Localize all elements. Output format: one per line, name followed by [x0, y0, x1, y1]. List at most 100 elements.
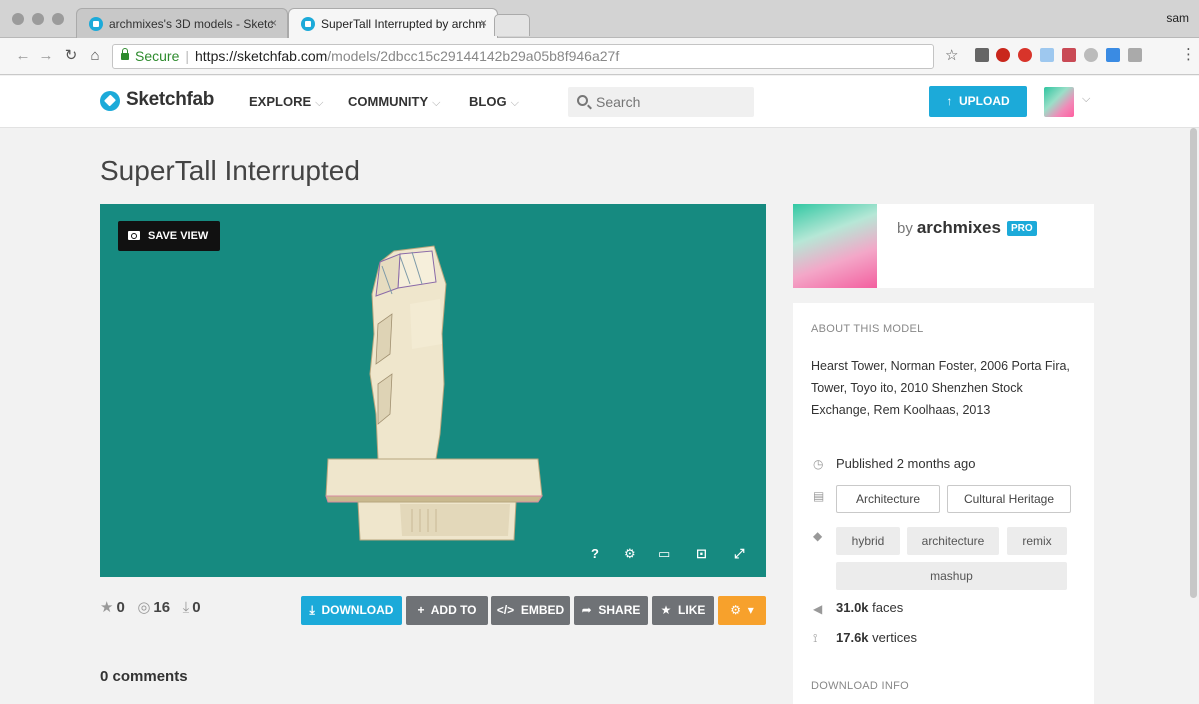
nav-community-label: COMMUNITY — [348, 94, 429, 109]
help-icon[interactable]: ? — [591, 546, 599, 561]
search-input[interactable] — [568, 87, 754, 117]
code-icon: </> — [496, 603, 515, 617]
extension-icon[interactable] — [1062, 48, 1076, 62]
folder-icon: ▤ — [813, 489, 825, 503]
model-stats: ★ 0 ◎ 16 ⤓ 0 — [100, 598, 201, 616]
extension-icon[interactable] — [975, 48, 989, 62]
embed-icon[interactable]: ⊡ — [696, 546, 707, 562]
comments-heading: 0 comments — [100, 668, 188, 685]
author-name-link[interactable]: archmixes — [917, 218, 1001, 237]
browser-tab-profile[interactable]: archmixes's 3D models - Sketc × — [76, 8, 288, 38]
tag-remix[interactable]: remix — [1007, 527, 1067, 555]
nav-blog[interactable]: BLOG ⌵ — [469, 94, 519, 110]
docs-icon[interactable] — [1040, 48, 1054, 62]
about-description: Hearst Tower, Norman Foster, 2006 Porta … — [811, 359, 1070, 417]
nav-explore-label: EXPLORE — [249, 94, 312, 109]
address-bar[interactable]: Secure | https://sketchfab.com/models/2dbc… — [112, 44, 934, 69]
nav-community[interactable]: COMMUNITY ⌵ — [348, 94, 441, 110]
reload-icon[interactable]: ↻ — [62, 47, 80, 65]
nav-blog-label: BLOG — [469, 94, 507, 109]
pinterest-icon[interactable] — [996, 48, 1010, 62]
nav-explore[interactable]: EXPLORE ⌵ — [249, 94, 323, 110]
star-icon: ★ — [660, 603, 672, 617]
tab-close-icon[interactable]: × — [480, 16, 487, 30]
extension-icon[interactable] — [1106, 48, 1120, 62]
profile-name[interactable]: sam — [1166, 11, 1189, 25]
caret-down-icon: ▾ — [747, 603, 754, 617]
share-label: SHARE — [598, 603, 641, 617]
chevron-down-icon: ⌵ — [510, 97, 519, 109]
fullscreen-icon[interactable]: ⤢ — [734, 546, 744, 562]
chevron-down-icon: ⌵ — [315, 97, 324, 109]
faces-label: faces — [872, 600, 904, 615]
eye-icon: ◎ — [137, 599, 151, 616]
likes-count: 0 — [116, 599, 125, 616]
back-arrow-icon[interactable]: ← — [14, 47, 32, 65]
tag-mashup[interactable]: mashup — [836, 562, 1067, 590]
extension-icon[interactable] — [1084, 48, 1098, 62]
download-icon: ⤓ — [182, 599, 190, 616]
tag-icon: ◆ — [813, 529, 823, 543]
extension-icon[interactable] — [1018, 48, 1032, 62]
sketchfab-logo-icon[interactable] — [100, 91, 120, 111]
brand-name[interactable]: Sketchfab — [126, 89, 214, 111]
forward-arrow-icon[interactable]: → — [37, 47, 55, 65]
upload-arrow-icon: ↑ — [946, 94, 953, 108]
search-icon — [577, 95, 588, 106]
browser-tab-model[interactable]: SuperTall Interrupted by archm × — [288, 8, 498, 38]
author-thumbnail[interactable] — [793, 204, 877, 288]
settings-icon[interactable]: ⚙ — [624, 546, 636, 562]
clock-icon: ◷ — [813, 457, 824, 471]
new-tab-button[interactable] — [494, 14, 530, 36]
save-view-button[interactable]: SAVE VIEW — [118, 221, 221, 251]
chevron-down-icon[interactable]: ⌵ — [1082, 93, 1090, 106]
vertices-label: vertices — [872, 630, 917, 645]
share-button[interactable]: ➦ SHARE — [574, 596, 648, 625]
vertices-value: 17.6k — [836, 630, 869, 645]
page-scrollbar[interactable] — [1190, 128, 1197, 598]
tab-close-icon[interactable]: × — [270, 16, 277, 30]
tag-hybrid[interactable]: hybrid — [836, 527, 900, 555]
like-button[interactable]: ★ LIKE — [652, 596, 714, 625]
sketchfab-favicon — [89, 17, 103, 31]
add-to-button[interactable]: + ADD TO — [406, 596, 488, 625]
gear-icon: ⚙ — [730, 603, 742, 617]
sketchfab-favicon — [301, 17, 315, 31]
chevron-down-icon: ⌵ — [432, 97, 441, 109]
vr-icon[interactable]: ▭ — [658, 546, 670, 562]
camera-extension-icon[interactable] — [1128, 48, 1142, 62]
star-icon: ★ — [100, 599, 114, 616]
camera-icon — [128, 231, 140, 240]
download-icon: ⤓ — [309, 603, 315, 617]
tag-architecture[interactable]: architecture — [907, 527, 999, 555]
faces-count: 31.0k faces — [836, 600, 903, 615]
upload-button[interactable]: ↑ UPLOAD — [929, 86, 1027, 117]
browser-menu-icon[interactable]: ⋮ — [1181, 45, 1196, 63]
browser-titlebar: archmixes's 3D models - Sketc × SuperTal… — [0, 0, 1199, 38]
bookmark-star-icon[interactable]: ☆ — [945, 46, 958, 64]
embed-button[interactable]: </> EMBED — [491, 596, 570, 625]
url-host: https://sketchfab.com — [195, 48, 328, 64]
category-cultural-heritage[interactable]: Cultural Heritage — [947, 485, 1071, 513]
category-architecture[interactable]: Architecture — [836, 485, 940, 513]
more-actions-button[interactable]: ⚙ ▾ — [718, 596, 766, 625]
embed-label: EMBED — [520, 603, 565, 617]
model-viewer[interactable]: SAVE VIEW ? ⚙ ▭ ⊡ ⤢ — [100, 204, 766, 577]
window-minimize-dot[interactable] — [32, 13, 44, 25]
window-close-dot[interactable] — [12, 13, 24, 25]
like-label: LIKE — [678, 603, 706, 617]
published-date: Published 2 months ago — [836, 456, 976, 471]
address-separator: | — [185, 48, 189, 64]
lock-icon — [121, 48, 129, 60]
author-card: by archmixes PRO — [793, 204, 1094, 288]
user-avatar[interactable] — [1044, 87, 1074, 117]
home-icon[interactable]: ⌂ — [86, 47, 104, 65]
tab-title: SuperTall Interrupted by archm — [321, 17, 486, 31]
save-view-label: SAVE VIEW — [148, 230, 209, 242]
window-zoom-dot[interactable] — [52, 13, 64, 25]
download-button[interactable]: ⤓ DOWNLOAD — [301, 596, 402, 625]
site-header: Sketchfab EXPLORE⌵ COMMUNITY⌵ BLOG⌵ ↑ UP… — [0, 76, 1199, 128]
download-info-heading: DOWNLOAD INFO — [811, 680, 910, 692]
download-label: DOWNLOAD — [321, 603, 394, 617]
pro-badge: PRO — [1006, 221, 1037, 236]
